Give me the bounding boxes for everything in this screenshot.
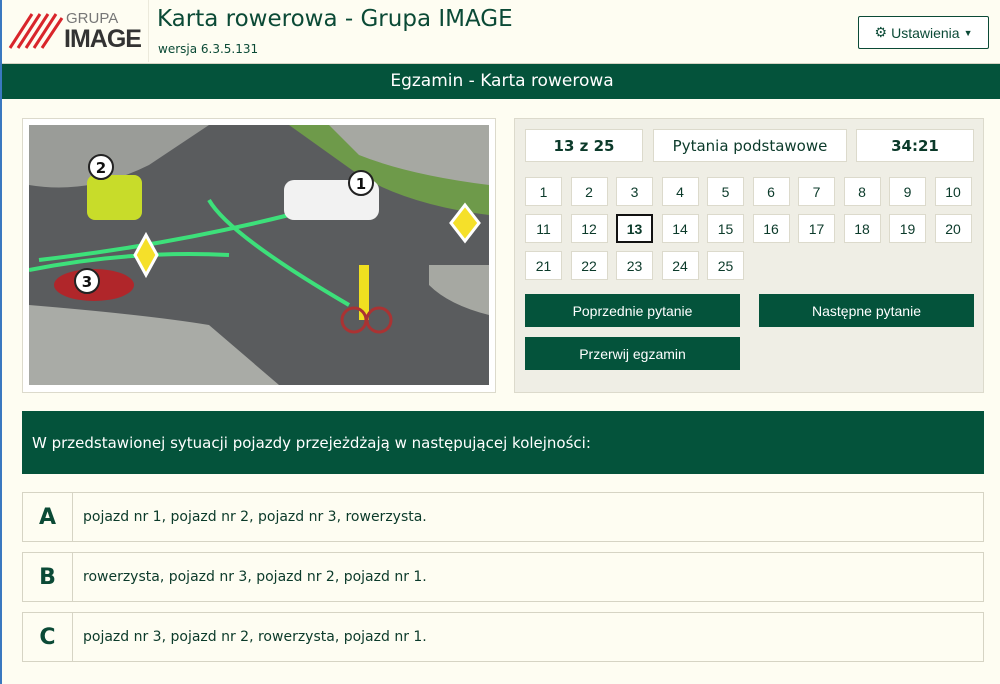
question-number-button[interactable]: 1 — [525, 177, 562, 206]
answer-option-c[interactable]: C pojazd nr 3, pojazd nr 2, rowerzysta, … — [22, 612, 984, 662]
question-number-button[interactable]: 16 — [752, 214, 790, 243]
question-image-panel: 1 2 3 — [22, 118, 496, 393]
answer-text: rowerzysta, pojazd nr 3, pojazd nr 2, po… — [83, 569, 427, 585]
settings-button[interactable]: ⚙ Ustawienia ▼ — [858, 16, 989, 49]
question-number-button[interactable]: 7 — [798, 177, 835, 206]
question-number-button[interactable]: 3 — [616, 177, 653, 206]
page-title: Egzamin - Karta rowerowa — [2, 64, 1000, 99]
answer-option-b[interactable]: B rowerzysta, pojazd nr 3, pojazd nr 2, … — [22, 552, 984, 602]
logo-stripes-icon — [8, 13, 64, 49]
app-version: wersja 6.3.5.131 — [158, 42, 259, 56]
intersection-scene-image: 1 2 3 — [29, 125, 489, 385]
app-header: GRUPA IMAGE Karta rowerowa - Grupa IMAGE… — [2, 0, 1000, 64]
question-number-button[interactable]: 11 — [525, 214, 562, 243]
question-number-button[interactable]: 9 — [889, 177, 926, 206]
question-number-button[interactable]: 2 — [570, 177, 608, 206]
settings-label: Ustawienia — [891, 24, 960, 41]
previous-question-button[interactable]: Poprzednie pytanie — [525, 294, 740, 327]
question-number-button[interactable]: 6 — [752, 177, 790, 206]
logo-text-bottom: IMAGE — [64, 25, 142, 53]
abort-exam-button[interactable]: Przerwij egzamin — [525, 337, 740, 370]
caret-down-icon: ▼ — [963, 27, 973, 38]
answer-letter: C — [23, 613, 73, 661]
question-number-button[interactable]: 14 — [661, 214, 699, 243]
next-question-button[interactable]: Następne pytanie — [759, 294, 974, 327]
exam-navigation-panel: 13 z 25 Pytania podstawowe 34:21 1234567… — [514, 118, 984, 393]
question-number-button[interactable]: 10 — [934, 177, 972, 206]
app-title: Karta rowerowa - Grupa IMAGE — [157, 6, 513, 32]
answer-letter: B — [23, 553, 73, 601]
question-number-button[interactable]: 18 — [843, 214, 881, 243]
question-number-button[interactable]: 19 — [889, 214, 926, 243]
question-number-button[interactable]: 12 — [570, 214, 608, 243]
divider — [148, 0, 149, 62]
question-number-button[interactable]: 23 — [616, 251, 653, 280]
question-number-button[interactable]: 13 — [616, 214, 653, 243]
question-number-button[interactable]: 8 — [843, 177, 881, 206]
gears-icon: ⚙ — [874, 24, 888, 40]
question-number-button[interactable]: 25 — [707, 251, 744, 280]
answer-text: pojazd nr 1, pojazd nr 2, pojazd nr 3, r… — [83, 509, 427, 525]
question-progress: 13 z 25 — [525, 129, 643, 162]
question-number-button[interactable]: 20 — [934, 214, 972, 243]
grupa-image-logo: GRUPA IMAGE — [8, 8, 148, 56]
vehicle-label-2: 2 — [96, 159, 106, 177]
question-number-button[interactable]: 22 — [570, 251, 608, 280]
vehicle-label-1: 1 — [356, 175, 366, 193]
answer-letter: A — [23, 493, 73, 541]
question-category: Pytania podstawowe — [653, 129, 847, 162]
answer-text: pojazd nr 3, pojazd nr 2, rowerzysta, po… — [83, 629, 427, 645]
question-number-button[interactable]: 4 — [661, 177, 699, 206]
vehicle-label-3: 3 — [82, 273, 92, 291]
question-text: W przedstawionej sytuacji pojazdy przeje… — [22, 411, 984, 474]
question-number-button[interactable]: 17 — [798, 214, 835, 243]
question-number-button[interactable]: 5 — [707, 177, 744, 206]
question-number-button[interactable]: 21 — [525, 251, 562, 280]
question-number-button[interactable]: 15 — [707, 214, 744, 243]
exam-timer: 34:21 — [856, 129, 974, 162]
answer-option-a[interactable]: A pojazd nr 1, pojazd nr 2, pojazd nr 3,… — [22, 492, 984, 542]
question-number-button[interactable]: 24 — [661, 251, 699, 280]
